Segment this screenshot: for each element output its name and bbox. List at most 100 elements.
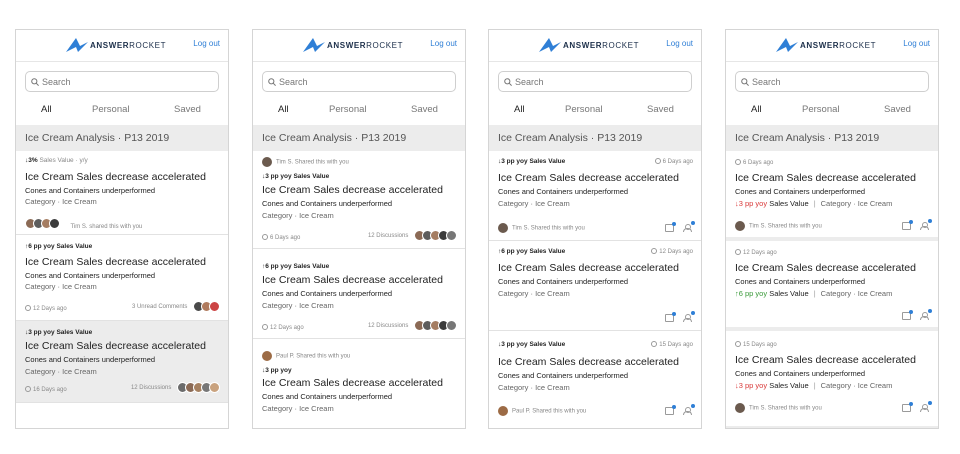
clock-icon [262, 324, 268, 330]
tab-saved[interactable]: Saved [647, 104, 674, 115]
clock-icon [25, 386, 31, 392]
share-user-icon[interactable] [920, 219, 932, 230]
subheadline: Cones and Containers underperformed [25, 271, 156, 280]
clock-icon [735, 159, 741, 165]
top-bar: ANSWERROCKET Log out [16, 30, 228, 62]
metric-label: Sales Value [56, 329, 93, 336]
insight-card[interactable]: 12 Days ago Ice Cream Sales decrease acc… [726, 241, 938, 331]
metric-label: Sales Value [529, 341, 566, 348]
logo[interactable]: ANSWERROCKET [539, 38, 639, 52]
screen-4: ANSWERROCKET Log out Search All Personal… [725, 29, 939, 429]
share-user-icon[interactable] [683, 221, 695, 232]
avatar [498, 223, 508, 233]
category: Category · Ice Cream [25, 282, 97, 291]
tab-saved[interactable]: Saved [411, 104, 438, 115]
delta-down: ↓3 pp yoy [262, 173, 292, 180]
metric-label: Sales Value [293, 173, 330, 180]
tab-saved[interactable]: Saved [174, 104, 201, 115]
share-user-icon[interactable] [683, 311, 695, 322]
top-bar: ANSWERROCKET Log out [489, 30, 701, 62]
shared-text: Tim S. shared this with you [70, 224, 143, 230]
search-input[interactable]: Search [25, 71, 219, 92]
search-input[interactable]: Search [735, 71, 929, 92]
logo[interactable]: ANSWERROCKET [66, 38, 166, 52]
logout-link[interactable]: Log out [666, 39, 693, 48]
timestamp: 15 Days ago [659, 342, 693, 348]
comment-icon[interactable] [665, 222, 676, 232]
comment-icon[interactable] [902, 220, 913, 230]
tab-all[interactable]: All [41, 104, 52, 115]
share-user-icon[interactable] [920, 401, 932, 412]
comment-icon[interactable] [902, 310, 913, 320]
tab-personal[interactable]: Personal [92, 104, 130, 115]
insight-card[interactable]: Tim S. Shared this with you ↓3 pp yoy Sa… [253, 151, 465, 249]
comment-icon[interactable] [665, 312, 676, 322]
tab-all[interactable]: All [751, 104, 762, 115]
tab-saved[interactable]: Saved [884, 104, 911, 115]
tab-bar: All Personal Saved [489, 104, 701, 118]
comments-count[interactable]: 3 Unread Comments [132, 304, 187, 310]
share-user-icon[interactable] [920, 309, 932, 320]
metric-label: Sales Value [56, 243, 93, 250]
tab-all[interactable]: All [278, 104, 289, 115]
headline: Ice Cream Sales decrease accelerated [25, 256, 206, 268]
clock-icon [654, 158, 661, 164]
section-title: Ice Cream Analysis · P13 2019 [16, 125, 228, 151]
brand-bold: ANSWER [327, 40, 367, 50]
search-icon [741, 77, 749, 86]
discussions-count[interactable]: 12 Discussions [368, 233, 408, 239]
insight-card[interactable]: 6 Days ago Ice Cream Sales decrease acce… [726, 151, 938, 241]
clock-icon [651, 341, 658, 347]
shared-text: Tim S. Shared this with you [276, 159, 349, 166]
delta-down: ↓3 pp yoy [262, 367, 292, 374]
insight-card[interactable]: ↑6 pp yoy Sales Value 12 Days ago Ice Cr… [489, 241, 701, 331]
logo[interactable]: ANSWERROCKET [776, 38, 876, 52]
shared-text: Paul P. Shared this with you [276, 353, 351, 360]
logout-link[interactable]: Log out [430, 39, 457, 48]
avatar-group [414, 320, 457, 331]
share-user-icon[interactable] [683, 404, 695, 415]
search-placeholder: Search [279, 76, 308, 87]
brand-bold: ANSWER [563, 40, 603, 50]
brand-light: ROCKET [366, 40, 404, 50]
delta-up: ↑6 pp yoy [25, 243, 55, 250]
comment-icon[interactable] [902, 402, 913, 412]
headline: Ice Cream Sales decrease accelerated [25, 171, 206, 183]
logo[interactable]: ANSWERROCKET [303, 38, 403, 52]
insight-card[interactable]: ↓3 pp yoy Sales Value 15 Days ago Ice Cr… [489, 331, 701, 428]
insight-card[interactable]: Paul P. Shared this with you ↓3 pp yoy I… [253, 339, 465, 428]
timestamp: 12 Days ago [33, 306, 67, 312]
logout-link[interactable]: Log out [193, 39, 220, 48]
tab-personal[interactable]: Personal [565, 104, 603, 115]
metric-label: Sales Value [769, 381, 809, 390]
search-placeholder: Search [752, 76, 781, 87]
avatar-group [25, 218, 60, 230]
category: Category · Ice Cream [498, 289, 570, 298]
insight-card[interactable]: ↓3 pp yoy Sales Value 6 Days ago Ice Cre… [489, 151, 701, 241]
discussions-count[interactable]: 12 Discussions [368, 323, 408, 329]
comment-icon[interactable] [665, 405, 676, 415]
insight-card[interactable]: 15 Days ago Ice Cream Sales decrease acc… [726, 331, 938, 428]
discussions-count[interactable]: 12 Discussions [131, 385, 171, 391]
tab-personal[interactable]: Personal [802, 104, 840, 115]
insight-card[interactable]: ↓3% Sales Value · y/y Ice Cream Sales de… [16, 151, 228, 235]
tab-personal[interactable]: Personal [329, 104, 367, 115]
search-input[interactable]: Search [262, 71, 456, 92]
tab-all[interactable]: All [514, 104, 525, 115]
delta-down: ↓3 pp yoy [735, 199, 768, 208]
avatar-group [193, 301, 220, 312]
clock-icon [651, 248, 658, 254]
logout-link[interactable]: Log out [903, 39, 930, 48]
insight-card[interactable]: ↑6 pp yoy Sales Value Ice Cream Sales de… [16, 235, 228, 321]
screen-3: ANSWERROCKET Log out Search All Personal… [488, 29, 702, 429]
insight-card-selected[interactable]: ↓3 pp yoy Sales Value Ice Cream Sales de… [16, 321, 228, 403]
brand-bold: ANSWER [800, 40, 840, 50]
timestamp: 16 Days ago [33, 387, 67, 393]
metric-label: Sales Value [769, 289, 809, 298]
search-icon [504, 77, 512, 86]
search-input[interactable]: Search [498, 71, 692, 92]
tab-bar: All Personal Saved [726, 104, 938, 118]
metric-label: Sales Value · y/y [39, 157, 88, 164]
search-placeholder: Search [42, 76, 71, 87]
insight-card[interactable]: ↑6 pp yoy Sales Value Ice Cream Sales de… [253, 249, 465, 339]
